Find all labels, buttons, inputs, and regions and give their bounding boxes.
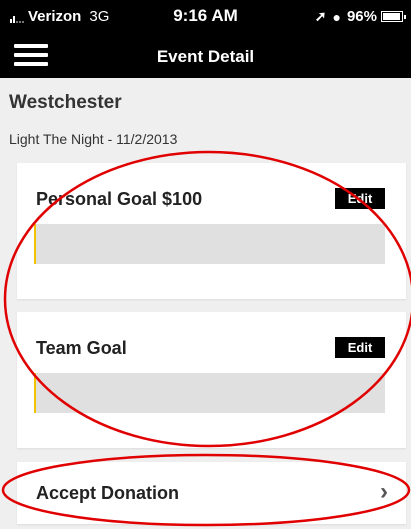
navigation-bar: Event Detail [0,36,411,78]
status-right: ➚ ● 96% [314,8,406,25]
event-subtitle: Light The Night - 11/2/2013 [9,131,178,147]
personal-goal-card: Personal Goal $100 Edit [17,163,406,299]
team-goal-progress-fill [34,373,37,413]
location-arrow-icon: ➚ [314,8,327,24]
alarm-clock-icon: ● [332,8,341,25]
personal-goal-edit-button[interactable]: Edit [335,188,385,209]
accept-donation-label: Accept Donation [36,483,180,503]
battery-icon [381,11,406,22]
team-goal-edit-button[interactable]: Edit [335,337,385,358]
personal-goal-title: Personal Goal $100 [36,189,203,209]
accept-donation-row[interactable]: Accept Donation › [17,462,406,524]
personal-goal-progress-fill [34,224,37,264]
status-bar: Verizon 3G 9:16 AM ➚ ● 96% [0,0,411,36]
battery-percent: 96% [346,8,377,25]
personal-goal-progress-bar [34,224,385,264]
event-name: Westchester [9,92,122,113]
event-detail-screen: Verizon 3G 9:16 AM ➚ ● 96% Event Detail … [0,0,411,529]
page-title: Event Detail [156,47,255,66]
team-goal-title: Team Goal [36,338,127,358]
battery-level-fill [383,13,401,20]
team-goal-progress-bar [34,373,385,413]
chevron-right-icon: › [380,478,388,505]
team-goal-card: Team Goal Edit [17,312,406,448]
